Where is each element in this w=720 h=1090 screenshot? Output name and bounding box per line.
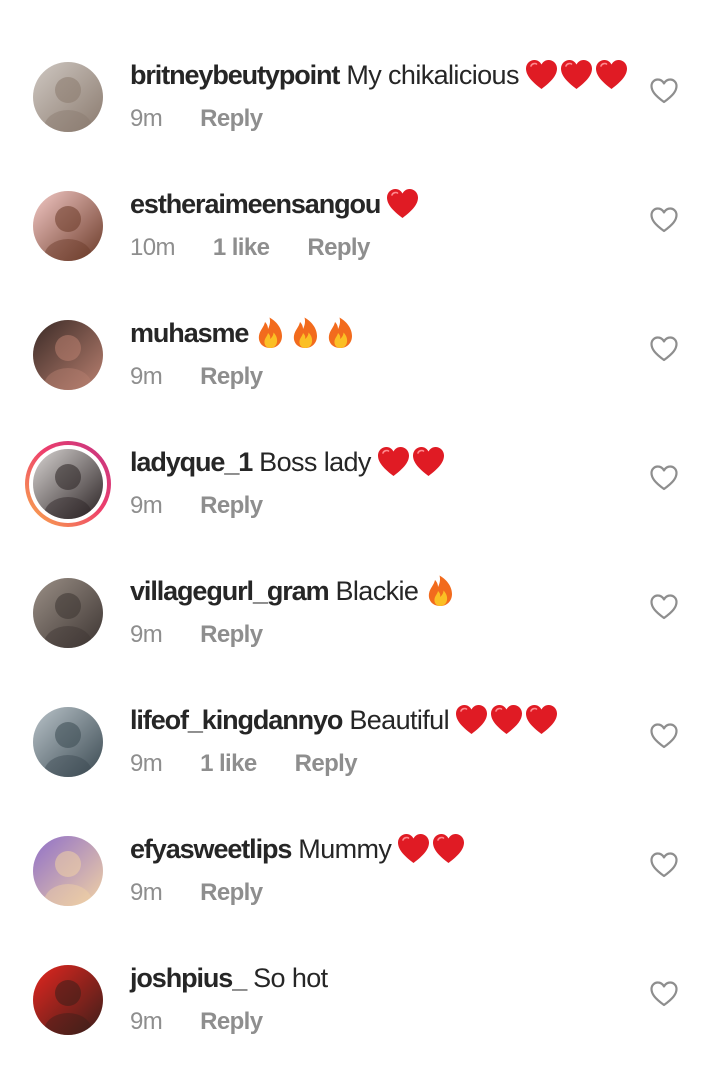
red-heart-emoji bbox=[412, 445, 445, 479]
avatar[interactable] bbox=[33, 191, 103, 261]
like-heart-icon[interactable] bbox=[650, 336, 678, 362]
comment-username[interactable]: britneybeutypoint bbox=[130, 60, 340, 90]
avatar[interactable] bbox=[33, 707, 103, 777]
comment-text: My chikalicious bbox=[346, 60, 519, 90]
comment-body: joshpius_ So hot bbox=[130, 961, 328, 995]
avatar[interactable] bbox=[25, 441, 111, 527]
comment-timestamp: 9m bbox=[130, 750, 163, 777]
comment-meta: 9m Reply bbox=[130, 1007, 301, 1037]
reply-button[interactable]: Reply bbox=[200, 491, 263, 521]
comment-body: muhasme bbox=[130, 316, 359, 350]
comment-row: efyasweetlips Mummy 9m Reply bbox=[0, 832, 720, 961]
red-heart-emoji bbox=[397, 832, 430, 866]
red-heart-emoji bbox=[490, 703, 523, 737]
comment-row: lifeof_kingdannyo Beautiful 9m 1 like Reply bbox=[0, 703, 720, 832]
like-heart-icon[interactable] bbox=[650, 594, 678, 620]
comment-text: Mummy bbox=[298, 834, 392, 864]
avatar[interactable] bbox=[33, 965, 103, 1035]
comment-like-count[interactable]: 1 like bbox=[200, 749, 257, 779]
comment-row: estheraimeensangou 10m 1 like Reply bbox=[0, 187, 720, 316]
like-heart-icon[interactable] bbox=[650, 723, 678, 749]
comment-row: ladyque_1 Boss lady 9m Reply bbox=[0, 441, 720, 574]
like-heart-icon[interactable] bbox=[650, 78, 678, 104]
comment-emojis bbox=[254, 316, 359, 350]
avatar[interactable] bbox=[33, 320, 103, 390]
comment-meta: 9m Reply bbox=[130, 620, 301, 650]
avatar[interactable] bbox=[33, 836, 103, 906]
like-heart-icon[interactable] bbox=[650, 207, 678, 233]
comment-row: joshpius_ So hot 9m Reply bbox=[0, 961, 720, 1090]
comment-row: britneybeutypoint My chikalicious 9m Reply bbox=[0, 58, 720, 187]
comment-emojis bbox=[525, 58, 630, 92]
comment-timestamp: 9m bbox=[130, 879, 163, 906]
comment-username[interactable]: efyasweetlips bbox=[130, 834, 292, 864]
like-heart-icon[interactable] bbox=[650, 981, 678, 1007]
red-heart-emoji bbox=[595, 58, 628, 92]
fire-emoji bbox=[254, 316, 287, 350]
comment-username[interactable]: ladyque_1 bbox=[130, 447, 253, 477]
comment-timestamp: 9m bbox=[130, 621, 163, 648]
like-heart-icon[interactable] bbox=[650, 852, 678, 878]
fire-emoji bbox=[289, 316, 322, 350]
red-heart-emoji bbox=[432, 832, 465, 866]
comment-username[interactable]: muhasme bbox=[130, 318, 249, 348]
comment-username[interactable]: estheraimeensangou bbox=[130, 189, 381, 219]
comment-timestamp: 9m bbox=[130, 1008, 163, 1035]
fire-emoji bbox=[324, 316, 357, 350]
comment-username[interactable]: joshpius_ bbox=[130, 963, 247, 993]
comment-emojis bbox=[386, 187, 421, 221]
comment-body: efyasweetlips Mummy bbox=[130, 832, 467, 866]
fire-emoji bbox=[424, 574, 457, 608]
red-heart-emoji bbox=[377, 445, 410, 479]
comment-text: So hot bbox=[253, 963, 328, 993]
comment-body: estheraimeensangou bbox=[130, 187, 421, 221]
comment-text: Beautiful bbox=[349, 705, 450, 735]
reply-button[interactable]: Reply bbox=[200, 362, 263, 392]
reply-button[interactable]: Reply bbox=[307, 233, 370, 263]
comment-emojis bbox=[397, 832, 467, 866]
comment-like-count[interactable]: 1 like bbox=[213, 233, 270, 263]
reply-button[interactable]: Reply bbox=[200, 104, 263, 134]
comment-meta: 9m 1 like Reply bbox=[130, 749, 395, 779]
comment-emojis bbox=[377, 445, 447, 479]
avatar[interactable] bbox=[33, 62, 103, 132]
comment-body: ladyque_1 Boss lady bbox=[130, 445, 447, 479]
comment-body: villagegurl_gram Blackie bbox=[130, 574, 459, 608]
comment-timestamp: 9m bbox=[130, 492, 163, 519]
comment-meta: 9m Reply bbox=[130, 878, 301, 908]
comment-meta: 10m 1 like Reply bbox=[130, 233, 408, 263]
comment-body: lifeof_kingdannyo Beautiful bbox=[130, 703, 560, 737]
avatar-image bbox=[33, 449, 103, 519]
comment-emojis bbox=[455, 703, 560, 737]
comment-timestamp: 9m bbox=[130, 363, 163, 390]
red-heart-emoji bbox=[525, 703, 558, 737]
avatar[interactable] bbox=[33, 578, 103, 648]
red-heart-emoji bbox=[386, 187, 419, 221]
comment-row: villagegurl_gram Blackie 9m Reply bbox=[0, 574, 720, 703]
reply-button[interactable]: Reply bbox=[200, 878, 263, 908]
comment-username[interactable]: villagegurl_gram bbox=[130, 576, 330, 606]
comment-meta: 9m Reply bbox=[130, 362, 301, 392]
red-heart-emoji bbox=[455, 703, 488, 737]
reply-button[interactable]: Reply bbox=[200, 1007, 263, 1037]
comment-timestamp: 9m bbox=[130, 105, 163, 132]
comment-timestamp: 10m bbox=[130, 234, 175, 261]
like-heart-icon[interactable] bbox=[650, 465, 678, 491]
comment-row: muhasme 9m Reply bbox=[0, 316, 720, 445]
comment-text: Blackie bbox=[335, 576, 419, 606]
comment-meta: 9m Reply bbox=[130, 491, 301, 521]
comment-meta: 9m Reply bbox=[130, 104, 301, 134]
comment-text: Boss lady bbox=[259, 447, 371, 477]
story-ring bbox=[29, 445, 107, 523]
comment-emojis bbox=[424, 574, 459, 608]
red-heart-emoji bbox=[560, 58, 593, 92]
comment-username[interactable]: lifeof_kingdannyo bbox=[130, 705, 343, 735]
comment-list: britneybeutypoint My chikalicious 9m Reply e… bbox=[0, 0, 720, 1048]
reply-button[interactable]: Reply bbox=[200, 620, 263, 650]
reply-button[interactable]: Reply bbox=[295, 749, 358, 779]
red-heart-emoji bbox=[525, 58, 558, 92]
comment-body: britneybeutypoint My chikalicious bbox=[130, 58, 630, 92]
